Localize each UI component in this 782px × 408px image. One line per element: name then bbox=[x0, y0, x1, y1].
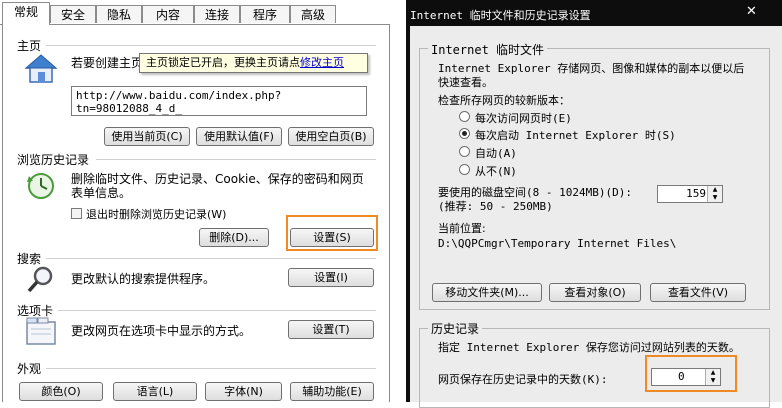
check-newer-label: 检查所存网页的较新版本： bbox=[438, 94, 570, 107]
text-cursor: _ bbox=[175, 102, 182, 115]
tabs-description: 更改网页在选项卡中显示的方式。 bbox=[71, 324, 252, 338]
radio-automatic-label: 自动(A) bbox=[475, 147, 517, 160]
section-title-history: 浏览历史记录 bbox=[17, 153, 90, 167]
languages-button[interactable]: 语言(L) bbox=[113, 382, 197, 401]
temp-description-line2: 快速查看。 bbox=[438, 76, 493, 89]
delete-on-exit-checkbox[interactable] bbox=[71, 208, 82, 219]
colors-button[interactable]: 颜色(O) bbox=[19, 382, 103, 401]
disk-space-stepper[interactable]: 159 ▲ ▼ bbox=[657, 185, 723, 203]
house-icon bbox=[24, 53, 58, 85]
move-folder-button[interactable]: 移动文件夹(M)... bbox=[432, 283, 542, 302]
use-default-button[interactable]: 使用默认值(F) bbox=[196, 127, 282, 146]
tab-strip-line bbox=[0, 24, 389, 25]
use-current-button[interactable]: 使用当前页(C) bbox=[104, 127, 190, 146]
divider bbox=[58, 310, 376, 311]
divider bbox=[96, 159, 376, 160]
temp-files-history-dialog: Internet 临时文件和历史记录设置 ✕ Internet 临时文件 Int… bbox=[406, 0, 782, 408]
tabs-settings-button[interactable]: 设置(T) bbox=[288, 320, 374, 339]
divider bbox=[46, 368, 376, 369]
homepage-url-field[interactable]: http://www.baidu.com/index.php?tn=980120… bbox=[71, 86, 367, 116]
history-days-value: 0 bbox=[678, 370, 685, 383]
section-title-home: 主页 bbox=[17, 39, 42, 53]
divider bbox=[46, 45, 376, 46]
radio-never-label: 从不(N) bbox=[475, 165, 517, 178]
history-days-description: 指定 Internet Explorer 保存您访问过网站列表的天数。 bbox=[438, 341, 740, 354]
home-description: 若要创建主页 bbox=[71, 56, 144, 70]
fonts-button[interactable]: 字体(N) bbox=[205, 382, 282, 401]
tabs-window-icon bbox=[24, 316, 58, 346]
tab-advanced[interactable]: 高级 bbox=[290, 5, 336, 23]
homepage-lock-tooltip: 主页锁定已开启，更换主页请点修改主页 bbox=[139, 53, 368, 73]
history-days-stepper[interactable]: 0 ▲ ▼ bbox=[651, 368, 721, 386]
tab-general[interactable]: 常规 bbox=[2, 2, 50, 25]
magnifier-icon bbox=[26, 264, 56, 294]
radio-every-visit-label: 每次访问网页时(E) bbox=[475, 112, 572, 125]
close-icon[interactable]: ✕ bbox=[746, 4, 757, 19]
accessibility-button[interactable]: 辅助功能(E) bbox=[290, 382, 374, 401]
radio-automatic[interactable] bbox=[459, 146, 470, 157]
current-location-label: 当前位置: bbox=[438, 222, 486, 235]
divider bbox=[46, 258, 376, 259]
tab-programs[interactable]: 程序 bbox=[240, 5, 290, 23]
history-description-line2: 表单信息。 bbox=[71, 186, 132, 200]
history-settings-button[interactable]: 设置(S) bbox=[290, 228, 374, 247]
history-group-title: 历史记录 bbox=[428, 320, 483, 337]
delete-on-exit-label: 退出时删除浏览历史记录(W) bbox=[86, 208, 227, 221]
dialog-body: Internet 临时文件 Internet Explorer 存储网页、图像和… bbox=[410, 26, 782, 408]
radio-every-start-label: 每次启动 Internet Explorer 时(S) bbox=[475, 129, 676, 142]
search-settings-button[interactable]: 设置(I) bbox=[288, 268, 374, 287]
view-objects-button[interactable]: 查看对象(O) bbox=[549, 283, 641, 302]
view-files-button[interactable]: 查看文件(V) bbox=[650, 283, 746, 302]
disk-space-value: 159 bbox=[686, 187, 706, 200]
history-clock-icon bbox=[24, 170, 58, 202]
delete-button[interactable]: 删除(D)... bbox=[199, 228, 269, 247]
change-homepage-link[interactable]: 修改主页 bbox=[300, 56, 344, 69]
spinner-arrows-icon[interactable]: ▲ ▼ bbox=[705, 369, 720, 385]
tab-content[interactable]: 内容 bbox=[142, 5, 194, 23]
spinner-arrows-icon[interactable]: ▲ ▼ bbox=[707, 186, 722, 202]
radio-never[interactable] bbox=[459, 164, 470, 175]
disk-space-hint: (推荐: 50 - 250MB) bbox=[438, 200, 553, 213]
history-days-label: 网页保存在历史记录中的天数(K): bbox=[438, 373, 608, 386]
internet-options-panel: 常规 安全 隐私 内容 连接 程序 高级 主页 若要创建主页 主页锁定已开启，更… bbox=[0, 0, 390, 402]
tab-security[interactable]: 安全 bbox=[50, 5, 96, 23]
use-blank-button[interactable]: 使用空白页(B) bbox=[288, 127, 374, 146]
radio-every-visit[interactable] bbox=[459, 111, 470, 122]
section-title-appearance: 外观 bbox=[17, 362, 42, 376]
tooltip-text: 主页锁定已开启，更换主页请点 bbox=[146, 56, 300, 69]
search-description: 更改默认的搜索提供程序。 bbox=[71, 272, 216, 286]
temp-files-group-title: Internet 临时文件 bbox=[428, 41, 548, 58]
dialog-title: Internet 临时文件和历史记录设置 bbox=[410, 9, 591, 22]
tab-connections[interactable]: 连接 bbox=[194, 5, 240, 23]
tab-privacy[interactable]: 隐私 bbox=[96, 5, 142, 23]
radio-every-start[interactable] bbox=[459, 128, 470, 139]
current-location-path: D:\QQPCmgr\Temporary Internet Files\ bbox=[438, 237, 677, 250]
